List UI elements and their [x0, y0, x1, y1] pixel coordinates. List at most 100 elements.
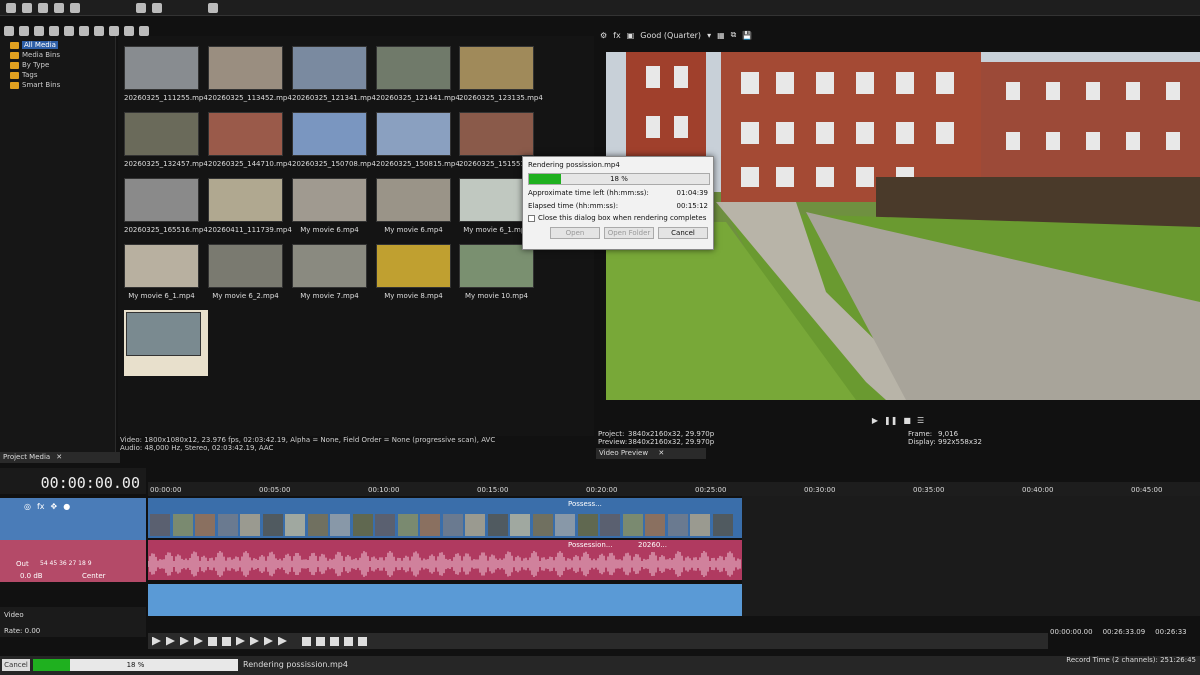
timeline-empty-area[interactable]	[742, 496, 1200, 616]
media-thumbnail[interactable]: 20260325_144710.mp4	[208, 112, 292, 172]
undo-icon[interactable]	[136, 2, 146, 13]
snap-icon[interactable]	[358, 636, 367, 646]
capture-icon[interactable]	[19, 26, 29, 36]
chevron-down-icon[interactable]: ▾	[707, 31, 711, 40]
play-icon[interactable]: ▶	[872, 416, 878, 425]
tree-item-media-bins[interactable]: Media Bins	[10, 50, 115, 60]
go-to-end-icon[interactable]	[250, 636, 259, 646]
solo-icon[interactable]: ●	[63, 502, 70, 511]
overlays-icon[interactable]: ▦	[717, 31, 725, 40]
media-thumbnail[interactable]: 20260411_111739.mp4	[208, 178, 292, 238]
media-thumbnail[interactable]	[124, 310, 208, 376]
tree-item-tags[interactable]: Tags	[10, 70, 115, 80]
fx-icon[interactable]	[79, 26, 89, 36]
audio-volume[interactable]: 0.0 dB	[20, 572, 43, 580]
thumbnail-image	[292, 112, 367, 156]
fx-icon[interactable]: fx	[37, 502, 45, 511]
views-icon[interactable]	[124, 26, 134, 36]
record-icon[interactable]	[152, 636, 161, 646]
next-frame-icon[interactable]	[278, 636, 287, 646]
marker-icon[interactable]	[344, 636, 353, 646]
settings-gear-icon[interactable]	[70, 2, 80, 13]
ruler-tick-label: 00:35:00	[913, 486, 945, 494]
folder-icon	[10, 71, 19, 79]
tree-item-smart-bins[interactable]: Smart Bins	[10, 80, 115, 90]
search-icon[interactable]	[139, 26, 149, 36]
fx-icon[interactable]: fx	[613, 31, 621, 40]
video-bus-header: Video Rate: 0.00	[0, 607, 146, 637]
play-from-start-icon[interactable]	[180, 636, 189, 646]
delete-icon[interactable]	[316, 636, 325, 646]
audio-track-header[interactable]: Out 54 45 36 27 18 9 0.0 dB Center	[0, 540, 146, 582]
media-thumbnail[interactable]: My movie 6_2.mp4	[208, 244, 283, 304]
media-thumbnail[interactable]: My movie 10.mp4	[459, 244, 534, 304]
new-project-icon[interactable]	[6, 2, 16, 13]
pause-icon[interactable]: ❚❚	[884, 416, 897, 425]
thumbnail-image	[124, 244, 199, 288]
loop-icon[interactable]	[166, 636, 175, 646]
timeline-ruler[interactable]: 00:00:00 00:05:00 00:10:00 00:15:00 00:20:00…	[148, 482, 1200, 496]
open-folder-button[interactable]: Open Folder	[604, 227, 654, 239]
media-thumbnail[interactable]: 20260325_121441.mp4	[376, 46, 460, 106]
close-icon[interactable]: ✕	[56, 452, 62, 463]
prev-frame-icon[interactable]	[264, 636, 273, 646]
render-icon[interactable]	[54, 2, 64, 13]
media-thumbnail[interactable]: 20260325_111255.mp4	[124, 46, 208, 106]
preview-quality-select[interactable]: Good (Quarter)	[640, 31, 701, 40]
video-clip-frame	[172, 514, 193, 536]
tab-project-media[interactable]: Project Media ✕	[0, 452, 120, 463]
audio-pan[interactable]: Center	[82, 572, 106, 580]
render-progress-text: 18 %	[610, 175, 628, 183]
media-thumbnail[interactable]: 20260325_132457.mp4	[124, 112, 208, 172]
stop-icon[interactable]	[109, 26, 119, 36]
media-thumbnail[interactable]: 20260325_165516.mp4	[124, 178, 208, 238]
stop-icon[interactable]: ■	[903, 416, 911, 425]
media-thumbnail[interactable]: My movie 7.mp4	[292, 244, 367, 304]
tree-item-by-type[interactable]: By Type	[10, 60, 115, 70]
play-icon[interactable]	[94, 26, 104, 36]
media-thumbnail[interactable]: My movie 6_1.mp4	[124, 244, 199, 304]
media-thumbnail[interactable]: 20260325_150708.mp4	[292, 112, 376, 172]
motion-icon[interactable]: ✥	[51, 502, 58, 511]
tree-item-all-media[interactable]: All Media	[10, 40, 115, 50]
cancel-button[interactable]: Cancel	[2, 659, 30, 671]
go-to-start-icon[interactable]	[236, 636, 245, 646]
media-thumbnail[interactable]: 20260325_121341.mp4	[292, 46, 376, 106]
gear-icon[interactable]	[64, 26, 74, 36]
import-media-icon[interactable]	[4, 26, 14, 36]
media-thumbnail[interactable]: 20260325_113452.mp4	[208, 46, 292, 106]
edit-tool-icon[interactable]	[302, 636, 311, 646]
mute-icon[interactable]: ◎	[24, 502, 31, 511]
media-thumbnail[interactable]: 20260325_150815.mp4	[376, 112, 460, 172]
thumbnail-caption: 20260411_111739.mp4	[208, 226, 292, 234]
pause-icon[interactable]	[208, 636, 217, 646]
help-icon[interactable]	[208, 2, 218, 13]
media-thumbnail[interactable]: My movie 6.mp4	[376, 178, 451, 238]
copy-snapshot-icon[interactable]: ⧉	[731, 30, 737, 40]
media-thumbnail[interactable]: My movie 8.mp4	[376, 244, 451, 304]
gear-icon[interactable]: ⚙	[600, 31, 607, 40]
media-thumbnail[interactable]: My movie 6.mp4	[292, 178, 367, 238]
redo-icon[interactable]	[152, 2, 162, 13]
remove-icon[interactable]	[34, 26, 44, 36]
close-when-done-checkbox[interactable]	[528, 214, 535, 222]
stop-icon[interactable]	[222, 636, 231, 646]
split-screen-icon[interactable]: ▣	[627, 31, 635, 40]
video-track[interactable]: Possess...	[148, 498, 742, 538]
thumbnail-caption: 20260325_150815.mp4	[376, 160, 460, 168]
trim-icon[interactable]	[330, 636, 339, 646]
bus-track[interactable]	[148, 584, 742, 616]
open-icon[interactable]	[22, 2, 32, 13]
save-snapshot-icon[interactable]: 💾	[742, 31, 752, 40]
close-icon[interactable]: ✕	[658, 449, 664, 457]
audio-track[interactable]: Possession... 20260...	[148, 540, 742, 580]
play-icon[interactable]	[194, 636, 203, 646]
properties-icon[interactable]	[49, 26, 59, 36]
menu-icon[interactable]: ☰	[917, 416, 924, 425]
video-track-header[interactable]: ◎ fx ✥ ●	[0, 498, 146, 540]
open-button[interactable]: Open	[550, 227, 600, 239]
save-icon[interactable]	[38, 2, 48, 13]
tab-video-preview[interactable]: Video Preview ✕	[596, 448, 706, 459]
media-thumbnail[interactable]: 20260325_123135.mp4	[459, 46, 543, 106]
cancel-render-button[interactable]: Cancel	[658, 227, 708, 239]
